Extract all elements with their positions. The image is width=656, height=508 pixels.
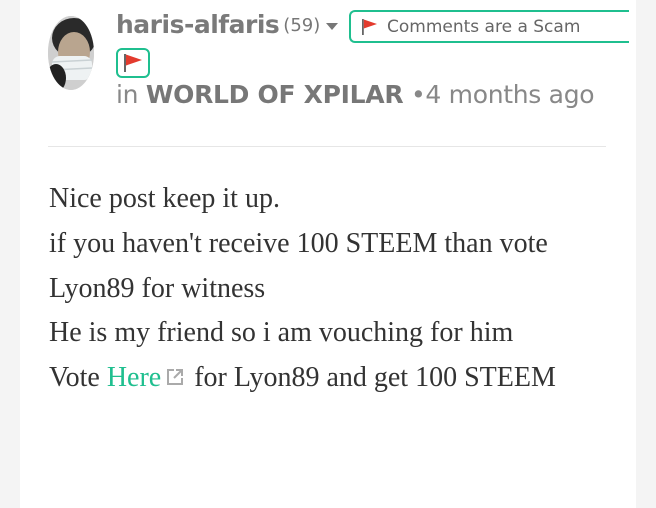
body-line: Vote Here for Lyon89 and get 100 STEEM [49, 356, 619, 401]
external-link-icon [167, 368, 184, 385]
red-flag-icon [124, 54, 142, 72]
red-flag-icon [362, 18, 377, 35]
body-line: Nice post keep it up. [49, 183, 280, 214]
body-text-segment: Vote [49, 362, 107, 394]
flag-badge[interactable]: Comments are a Scam [349, 10, 629, 43]
comment-body: Nice post keep it up. if you haven't rec… [49, 177, 619, 401]
author-reputation: (59) [283, 15, 321, 36]
meta-prefix: in [116, 80, 139, 109]
body-line: He is my friend so i am vouching for him [49, 317, 514, 349]
body-text-segment: for Lyon89 and get 100 STEEM [187, 362, 556, 394]
community-link[interactable]: WORLD OF XPILAR [146, 80, 404, 109]
avatar-image [48, 16, 94, 90]
meta-separator: • [410, 80, 426, 109]
body-line: if you haven't receive 100 STEEM than vo… [49, 227, 548, 304]
author-name[interactable]: haris-alfaris [116, 10, 280, 39]
comment-meta: in WORLD OF XPILAR •4 months ago [116, 80, 595, 109]
here-link[interactable]: Here [107, 362, 161, 393]
author-line: haris-alfaris (59) [116, 4, 339, 44]
divider [48, 146, 606, 147]
flag-label: Comments are a Scam [387, 16, 581, 37]
timestamp[interactable]: 4 months ago [425, 80, 594, 109]
chevron-down-icon[interactable] [326, 22, 339, 30]
avatar[interactable] [48, 16, 94, 90]
flag-button[interactable] [116, 48, 150, 78]
